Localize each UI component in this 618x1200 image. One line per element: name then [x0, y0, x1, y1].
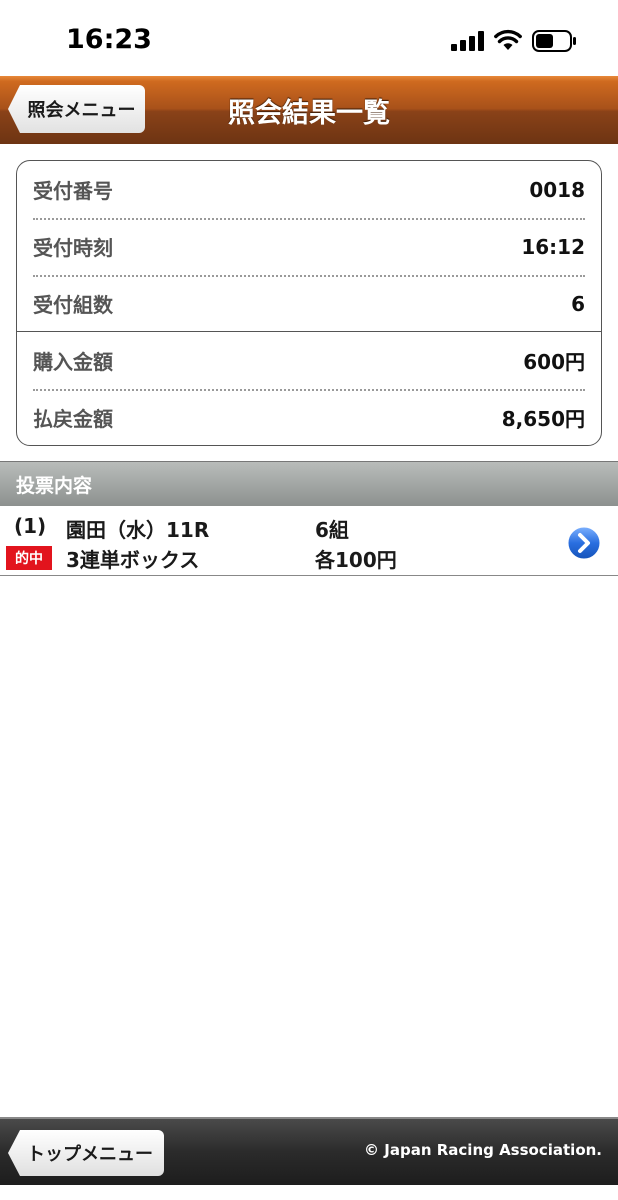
hit-badge: 的中 — [6, 546, 52, 570]
copyright-text: © Japan Racing Association. — [364, 1141, 602, 1159]
row-label: 受付番号 — [33, 179, 113, 203]
back-button-label: 照会メニュー — [27, 100, 136, 121]
row-value: 0018 — [529, 177, 585, 202]
bet-index: (1) — [14, 514, 47, 538]
bet-amount: 各100円 — [315, 548, 397, 572]
row-label: 受付時刻 — [33, 236, 113, 260]
footer-bar: トップメニュー © Japan Racing Association. — [0, 1117, 618, 1185]
home-indicator-area — [0, 1185, 618, 1200]
row-value: 8,650円 — [501, 407, 585, 431]
status-time: 16:23 — [66, 24, 152, 55]
battery-icon — [532, 30, 576, 52]
row-value: 600円 — [523, 350, 585, 374]
row-label: 払戻金額 — [33, 407, 113, 431]
summary-box: 受付番号 0018 受付時刻 16:12 受付組数 6 購入金額 600円 払戻… — [16, 160, 602, 446]
section-header: 投票内容 — [0, 461, 618, 506]
chevron-right-icon[interactable] — [566, 525, 602, 561]
bet-combinations: 6組 — [315, 518, 349, 542]
summary-row-purchase-amount: 購入金額 600円 — [33, 332, 585, 389]
bet-venue: 園田（水）11R — [66, 518, 210, 542]
row-value: 6 — [571, 291, 585, 316]
status-bar: 16:23 — [0, 0, 618, 76]
summary-row-payout-amount: 払戻金額 8,650円 — [33, 389, 585, 445]
nav-bar: 照会結果一覧 照会メニュー — [0, 76, 618, 144]
row-label: 受付組数 — [33, 293, 113, 317]
back-button[interactable]: 照会メニュー — [8, 85, 145, 133]
summary-row-receipt-number: 受付番号 0018 — [33, 161, 585, 218]
top-menu-label: トップメニュー — [27, 1144, 153, 1165]
summary-row-combination-count: 受付組数 6 — [33, 275, 585, 332]
bet-type: 3連単ボックス — [66, 548, 200, 572]
top-menu-button[interactable]: トップメニュー — [8, 1130, 164, 1176]
bet-list-item[interactable]: (1) 園田（水）11R 6組 的中 3連単ボックス 各100円 — [0, 506, 618, 576]
row-label: 購入金額 — [33, 350, 113, 374]
row-value: 16:12 — [521, 234, 585, 259]
cellular-signal-icon — [451, 31, 484, 51]
summary-row-receipt-time: 受付時刻 16:12 — [33, 218, 585, 275]
wifi-icon — [494, 29, 522, 50]
